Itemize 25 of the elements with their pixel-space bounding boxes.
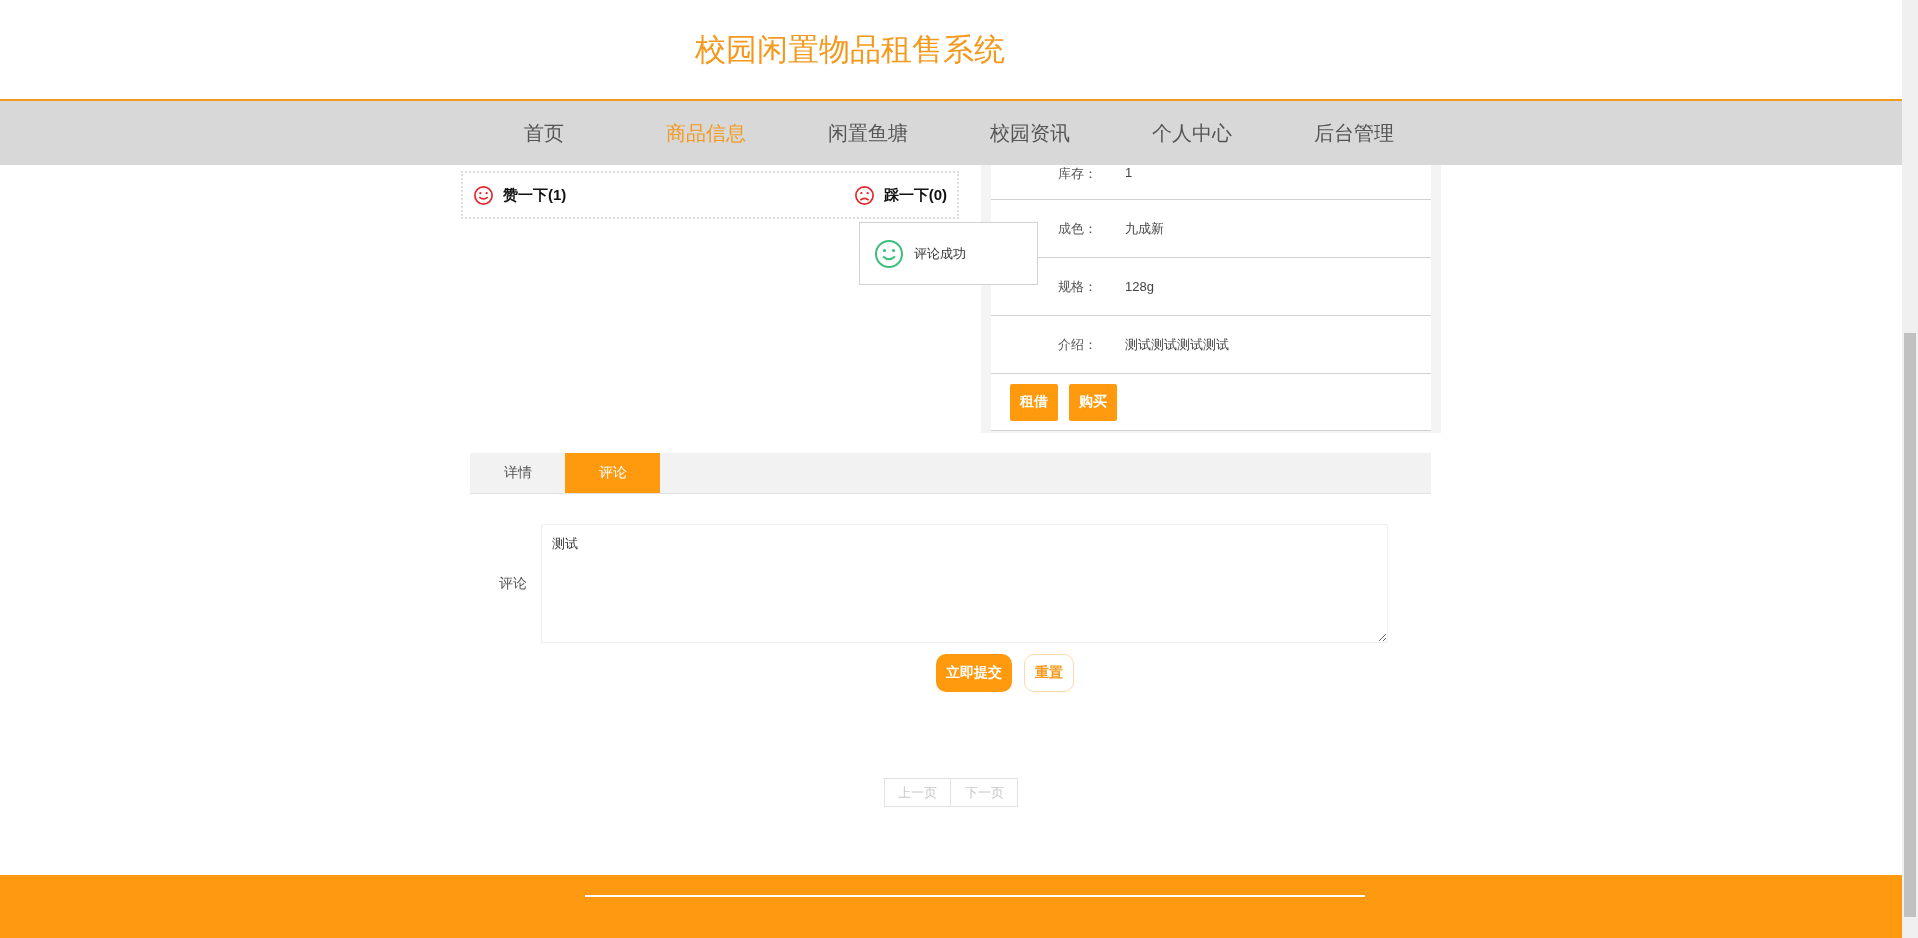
detail-label: 规格： <box>1058 277 1098 296</box>
nav-link[interactable]: 个人中心 <box>1111 119 1273 147</box>
nav-link[interactable]: 首页 <box>463 119 625 147</box>
scrollbar-thumb[interactable] <box>1904 333 1916 917</box>
vote-button[interactable]: 赞一下(1) <box>473 184 567 206</box>
tab[interactable]: 详情 <box>470 453 565 493</box>
detail-label: 成色： <box>1058 219 1098 238</box>
nav-link[interactable]: 校园资讯 <box>949 119 1111 147</box>
detail-label: 介绍： <box>1058 335 1098 354</box>
toast-message: 评论成功 <box>914 244 966 263</box>
smile-icon <box>473 184 494 206</box>
comment-field[interactable]: 测试 <box>541 524 1388 643</box>
nav-link[interactable]: 后台管理 <box>1273 119 1435 147</box>
smile-icon <box>874 238 904 269</box>
scrollbar[interactable] <box>1902 0 1918 938</box>
site-title: 校园闲置物品租售系统 <box>695 30 1005 69</box>
frown-icon <box>853 184 875 206</box>
vote-button[interactable]: 踩一下(0) <box>853 184 947 206</box>
nav-link[interactable]: 闲置鱼塘 <box>787 119 949 147</box>
field-label: 评论 <box>498 574 528 593</box>
detail-label: 库存： <box>1058 165 1098 183</box>
detail-value: 1 <box>1125 165 1133 180</box>
detail-value: 九成新 <box>1125 219 1164 238</box>
detail-value: 128g <box>1125 279 1154 294</box>
detail-value: 测试测试测试测试 <box>1125 335 1229 354</box>
